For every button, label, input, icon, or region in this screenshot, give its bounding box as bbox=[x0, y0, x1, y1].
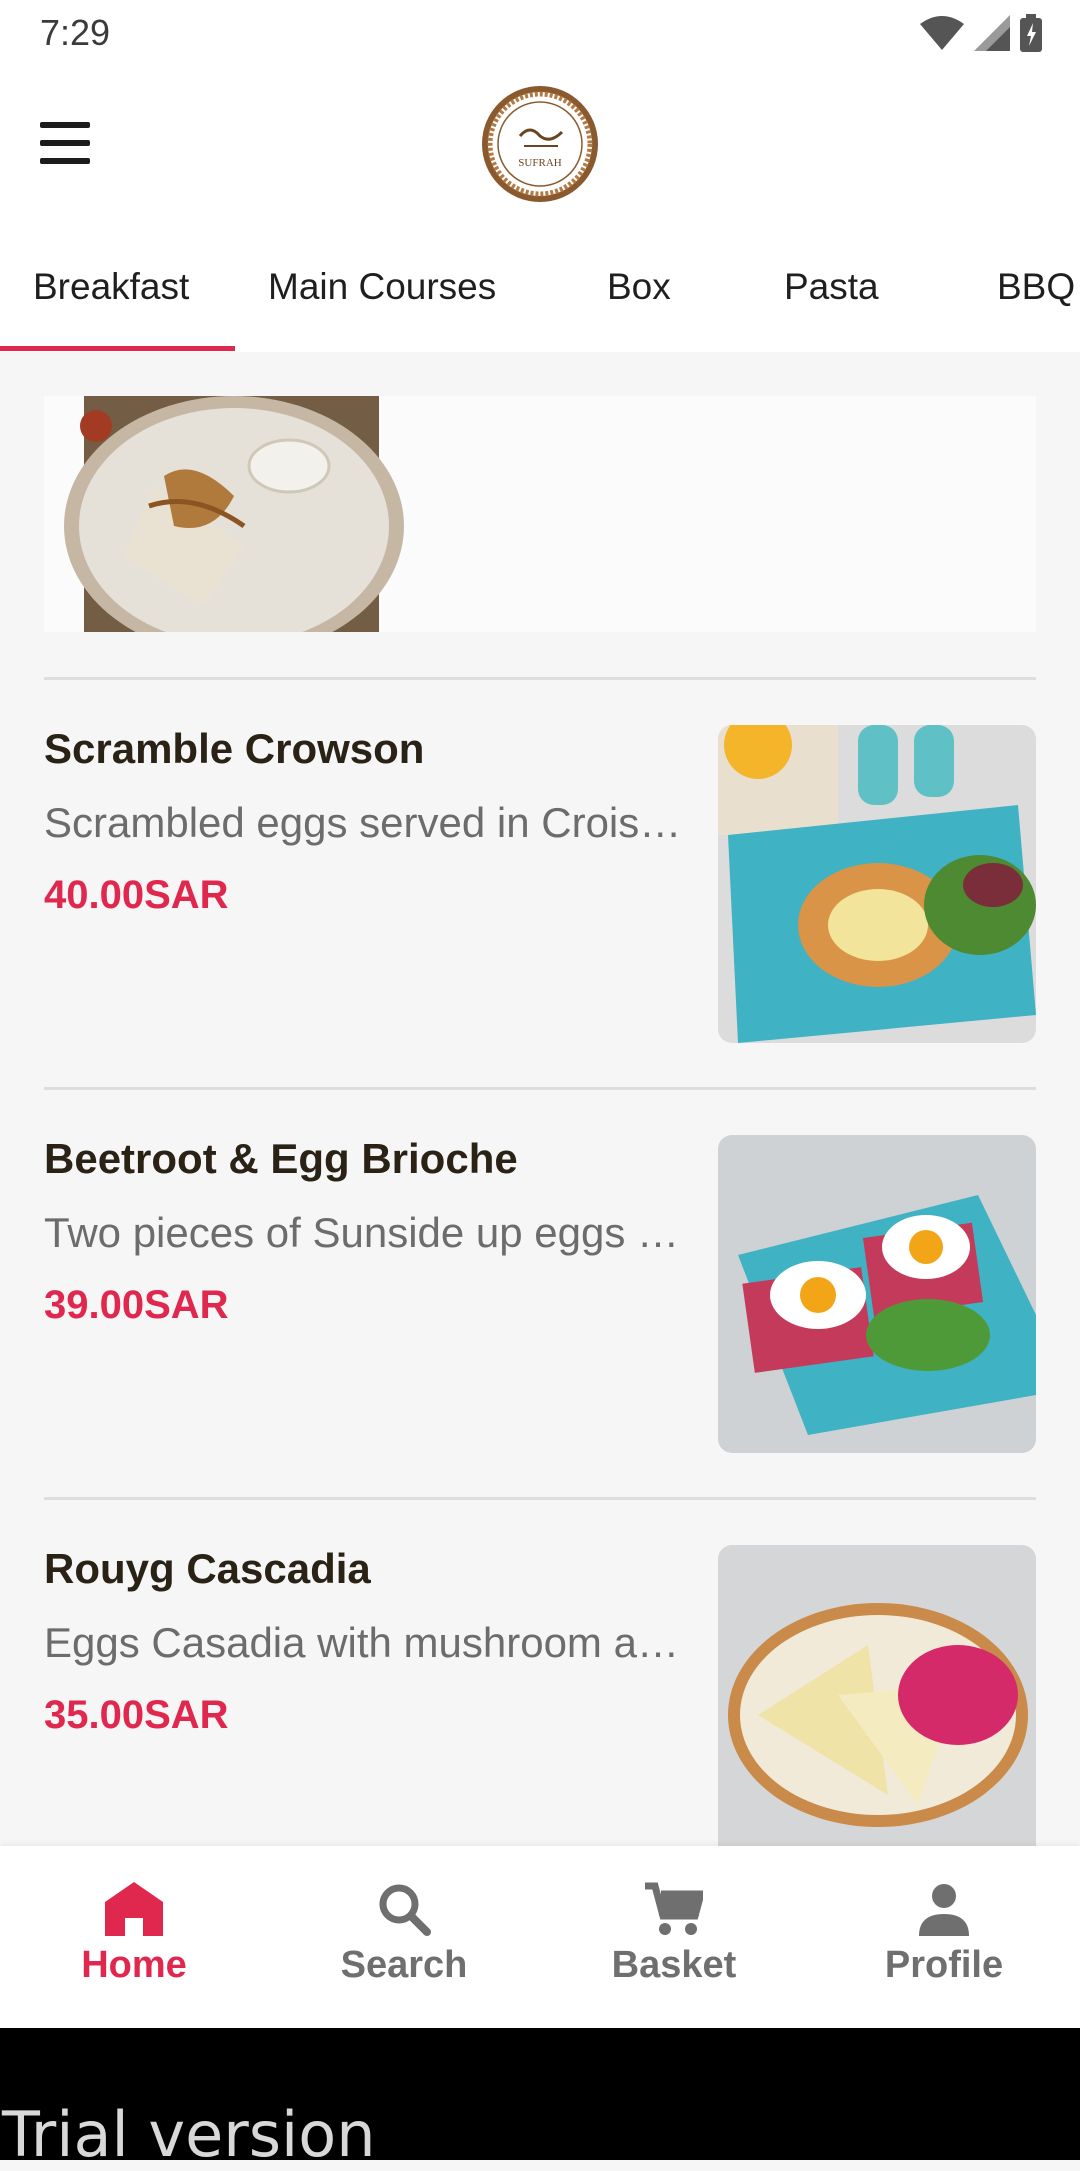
tab-main-courses[interactable]: Main Courses bbox=[268, 266, 496, 308]
signal-icon bbox=[974, 15, 1010, 51]
nav-profile[interactable]: Profile bbox=[844, 1882, 1044, 1987]
search-icon bbox=[379, 1884, 431, 1936]
hamburger-menu-icon[interactable] bbox=[38, 122, 94, 166]
tab-pasta[interactable]: Pasta bbox=[784, 266, 879, 308]
nav-search[interactable]: Search bbox=[304, 1882, 504, 1987]
promo-banner[interactable] bbox=[44, 396, 1036, 632]
cart-icon bbox=[645, 1882, 703, 1935]
divider bbox=[44, 677, 1036, 680]
menu-item-price: 35.00SAR bbox=[44, 1693, 229, 1737]
divider bbox=[44, 1087, 1036, 1090]
menu-item-price: 40.00SAR bbox=[44, 873, 229, 917]
menu-item-image bbox=[718, 725, 1036, 1043]
wifi-icon bbox=[920, 16, 964, 50]
sufrah-logo: SUFRAH bbox=[482, 86, 598, 202]
menu-item-description: Eggs Casadia with mushroom and cheese bbox=[44, 1619, 684, 1666]
menu-item-card[interactable]: Beetroot & Egg Brioche Two pieces of Sun… bbox=[44, 1135, 1036, 1455]
nav-basket-label: Basket bbox=[611, 1944, 737, 1986]
person-icon bbox=[919, 1884, 969, 1936]
status-bar: 7:29 bbox=[0, 0, 1080, 66]
category-tabs: Breakfast Main Courses Box Pasta BBQ bbox=[0, 218, 1080, 352]
app-header: SUFRAH bbox=[0, 66, 1080, 218]
menu-item-name: Rouyg Cascadia bbox=[44, 1545, 371, 1592]
menu-item-card[interactable]: Rouyg Cascadia Eggs Casadia with mushroo… bbox=[44, 1545, 1036, 1865]
tab-bbq[interactable]: BBQ bbox=[997, 266, 1075, 308]
menu-item-price: 39.00SAR bbox=[44, 1283, 229, 1327]
nav-basket[interactable]: Basket bbox=[574, 1882, 774, 1987]
menu-item-name: Beetroot & Egg Brioche bbox=[44, 1135, 518, 1182]
menu-item-description: Two pieces of Sunside up eggs on beetroo… bbox=[44, 1209, 684, 1256]
tab-breakfast[interactable]: Breakfast bbox=[33, 266, 189, 308]
divider bbox=[44, 1497, 1036, 1500]
menu-item-image bbox=[718, 1545, 1036, 1863]
status-icons bbox=[920, 14, 1042, 52]
trial-watermark: Trial version bbox=[2, 2098, 376, 2171]
menu-item-description: Scrambled eggs served in Croissant with … bbox=[44, 799, 684, 846]
battery-icon bbox=[1020, 14, 1042, 52]
banner-food-image bbox=[64, 396, 404, 632]
status-time: 7:29 bbox=[40, 12, 111, 53]
menu-item-card[interactable]: Scramble Crowson Scrambled eggs served i… bbox=[44, 725, 1036, 1045]
tab-box[interactable]: Box bbox=[607, 266, 671, 308]
menu-item-name: Scramble Crowson bbox=[44, 725, 425, 772]
nav-home[interactable]: Home bbox=[34, 1882, 234, 1987]
menu-item-image bbox=[718, 1135, 1036, 1453]
bottom-navigation: Home Search Basket Profile bbox=[0, 1846, 1080, 2028]
home-icon bbox=[105, 1882, 163, 1936]
nav-profile-label: Profile bbox=[884, 1944, 1004, 1986]
svg-text:SUFRAH: SUFRAH bbox=[518, 157, 561, 169]
nav-home-label: Home bbox=[81, 1944, 187, 1986]
active-tab-indicator bbox=[0, 346, 235, 351]
nav-search-label: Search bbox=[340, 1944, 468, 1986]
